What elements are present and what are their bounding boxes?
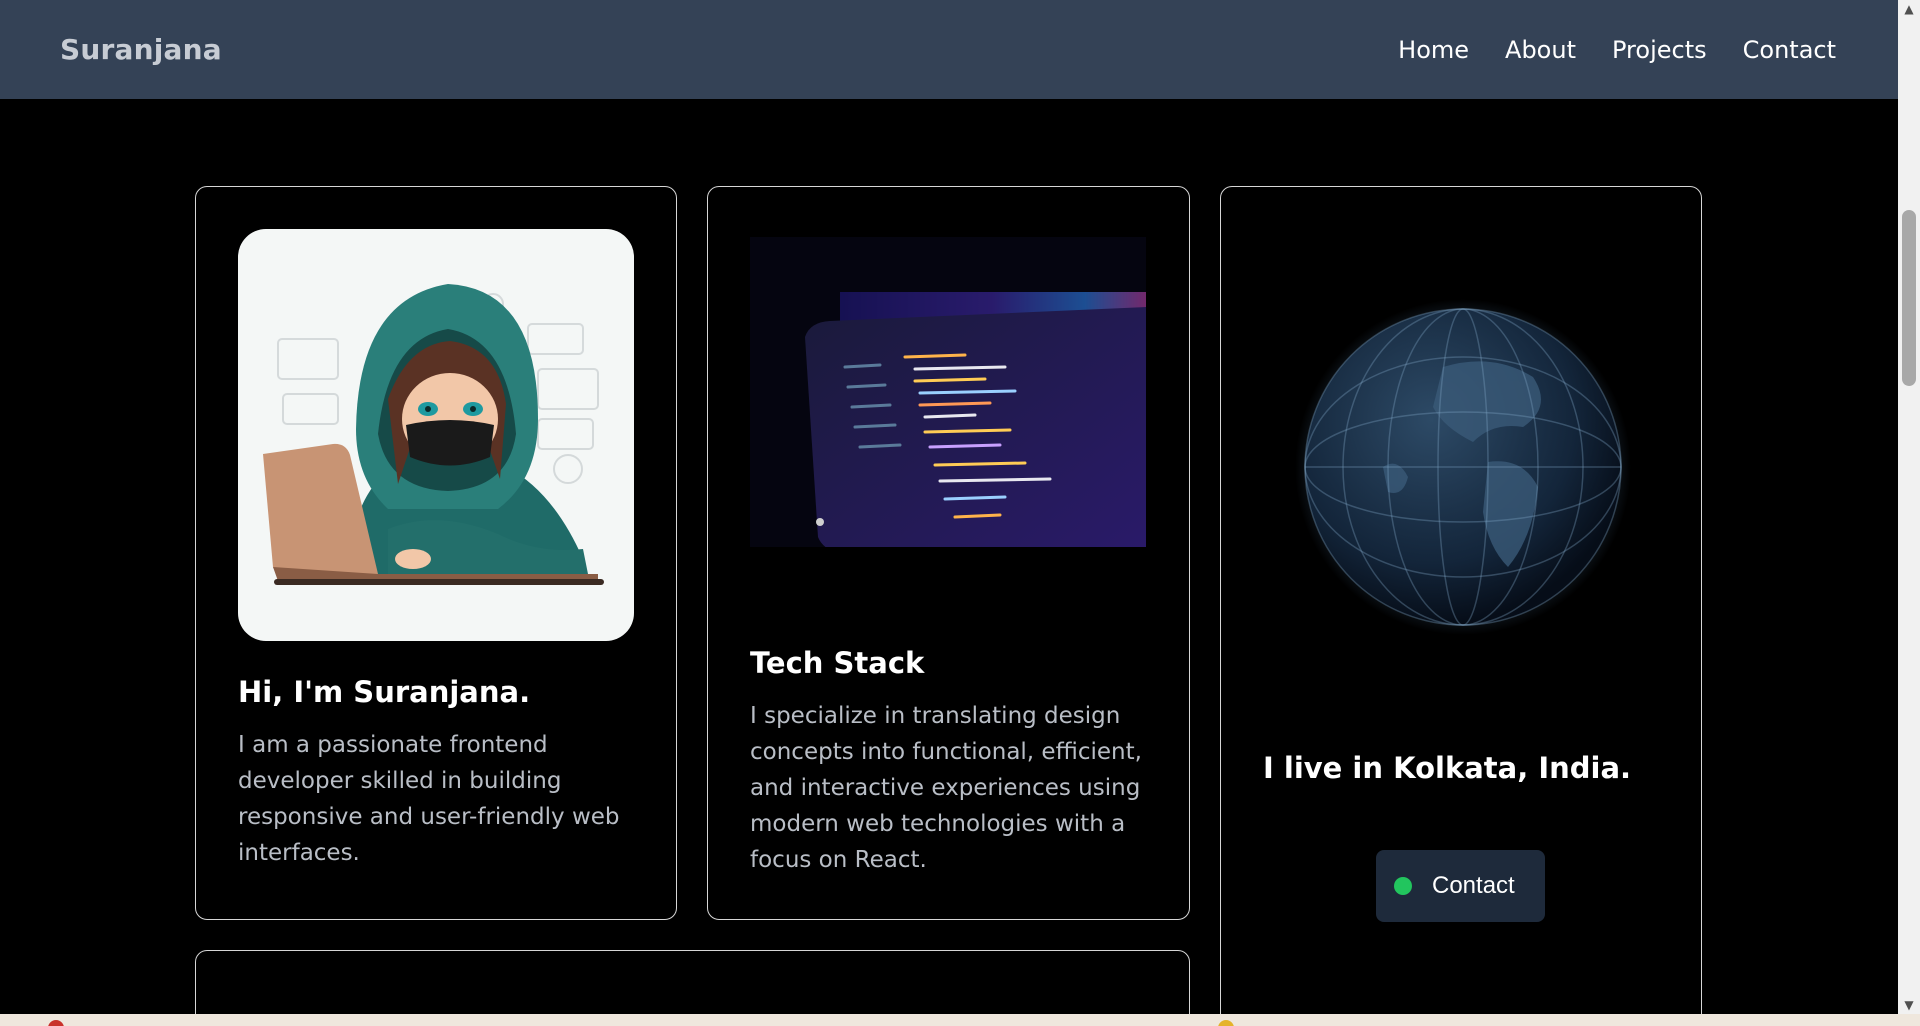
tech-stack-text: I specialize in translating design conce…: [750, 703, 1142, 873]
scroll-thumb[interactable]: [1902, 210, 1916, 386]
scroll-down-icon[interactable]: ▼: [1898, 996, 1920, 1014]
navbar: Suranjana Home About Projects Contact: [0, 0, 1898, 99]
tech-stack-title: Tech Stack: [750, 646, 925, 680]
location-title: I live in Kolkata, India.: [1263, 751, 1632, 785]
location-card: I live in Kolkata, India. Contact: [1220, 186, 1702, 1026]
nav-link-contact[interactable]: Contact: [1743, 36, 1836, 64]
contact-button-label: Contact: [1432, 872, 1515, 899]
page-scrollbar[interactable]: ▲ ▼: [1898, 0, 1920, 1014]
intro-text: I am a passionate frontend developer ski…: [238, 732, 620, 866]
app-icon[interactable]: [48, 1020, 64, 1026]
nav-link-about[interactable]: About: [1505, 36, 1576, 64]
hooded-developer-illustration: [238, 229, 634, 641]
tech-stack-card: Tech Stack I specialize in translating d…: [707, 186, 1190, 920]
intro-card: Hi, I'm Suranjana. I am a passionate fro…: [195, 186, 677, 920]
status-dot-icon: [1394, 877, 1412, 895]
globe-icon: [1293, 297, 1633, 637]
nav-links: Home About Projects Contact: [1398, 36, 1836, 64]
nav-link-home[interactable]: Home: [1398, 36, 1469, 64]
taskbar-strip: [0, 1014, 1920, 1026]
contact-button[interactable]: Contact: [1376, 850, 1545, 922]
scroll-up-icon[interactable]: ▲: [1898, 0, 1920, 18]
intro-title: Hi, I'm Suranjana.: [238, 675, 531, 709]
laptop-code-screen: [750, 237, 1146, 547]
app-icon[interactable]: [1218, 1020, 1234, 1026]
nav-link-projects[interactable]: Projects: [1612, 36, 1707, 64]
brand-logo[interactable]: Suranjana: [60, 33, 222, 66]
